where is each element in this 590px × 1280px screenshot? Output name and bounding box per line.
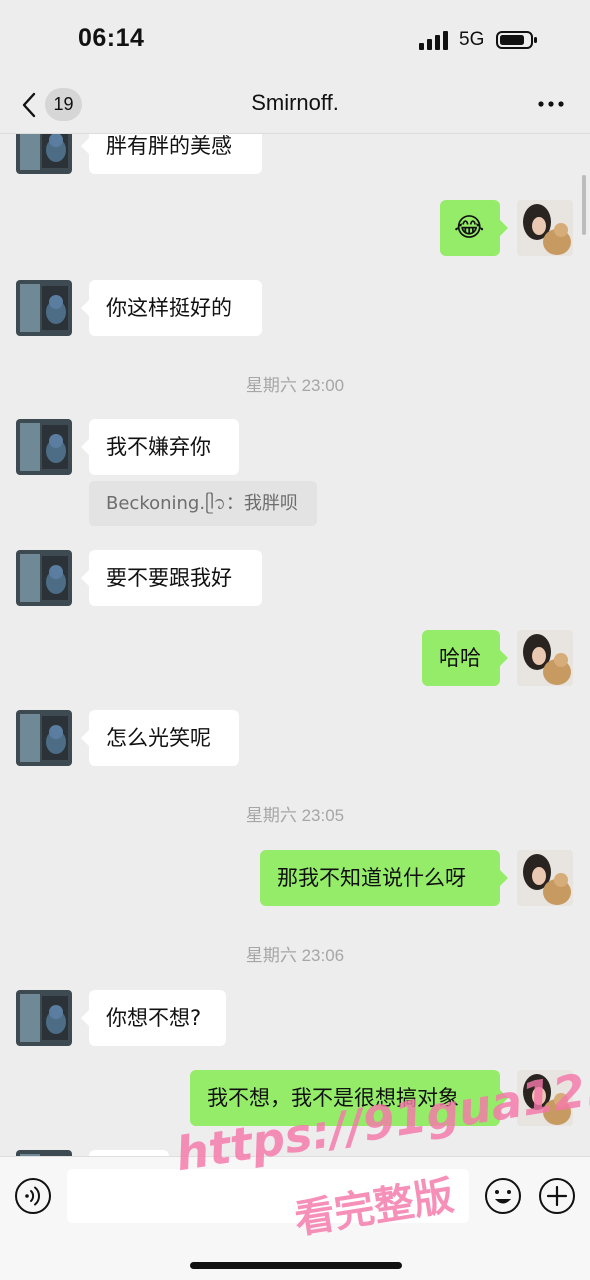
message-bubble[interactable]: 那我不知道说什么呀 (260, 850, 508, 906)
self-avatar[interactable] (517, 850, 573, 906)
message-bubble[interactable]: 我不嫌弃你 (81, 419, 239, 475)
timestamp: 星期六 23:00 (245, 376, 345, 395)
timestamp: 星期六 23:05 (245, 806, 345, 825)
message-bubble[interactable]: 要不要跟我好 (81, 550, 262, 606)
contact-avatar[interactable] (16, 990, 72, 1046)
contact-avatar[interactable] (16, 134, 72, 174)
contact-avatar[interactable] (16, 419, 72, 475)
emoji-icon[interactable] (484, 1177, 522, 1215)
message-bubble[interactable]: 胖有胖的美感 (81, 134, 262, 174)
chat-header: 19 Smirnoff. (0, 80, 590, 134)
timestamp: 星期六 23:06 (245, 946, 345, 965)
voice-icon[interactable] (14, 1177, 52, 1215)
more-icon[interactable] (536, 94, 566, 114)
self-avatar[interactable] (517, 1070, 573, 1126)
message-bubble[interactable]: 你这样挺好的 (81, 280, 262, 336)
contact-avatar[interactable] (16, 550, 72, 606)
chat-title: Smirnoff. (251, 90, 339, 115)
battery-icon (496, 31, 537, 49)
plus-icon[interactable] (538, 1177, 576, 1215)
self-avatar[interactable] (517, 630, 573, 686)
message-input[interactable] (67, 1169, 469, 1223)
home-indicator[interactable] (190, 1262, 402, 1269)
status-bar: 06:14 5G (0, 0, 590, 80)
network-label: 5G (459, 29, 485, 50)
quoted-reply[interactable]: Beckoning.ᥫ᭡：我胖呗 (89, 481, 317, 526)
status-time: 06:14 (78, 24, 145, 52)
scrollbar[interactable] (582, 175, 586, 235)
emoji-message-bubble[interactable]: 😂 (440, 200, 508, 256)
message-bubble[interactable]: 哈哈 (422, 630, 508, 686)
self-avatar[interactable] (517, 200, 573, 256)
signal-icon (419, 31, 448, 50)
message-bubble[interactable]: 怎么光笑呢 (81, 710, 239, 766)
input-bar (0, 1156, 590, 1280)
message-list[interactable]: 胖有胖的美感 😂 你这样挺好的 星期六 23:00 我不嫌弃你 Beckonin… (0, 134, 590, 1156)
contact-avatar[interactable] (16, 280, 72, 336)
message-bubble[interactable]: 你想不想? (81, 990, 226, 1046)
contact-avatar[interactable] (16, 710, 72, 766)
message-bubble[interactable]: 我不想，我不是很想搞对象 (190, 1070, 508, 1126)
